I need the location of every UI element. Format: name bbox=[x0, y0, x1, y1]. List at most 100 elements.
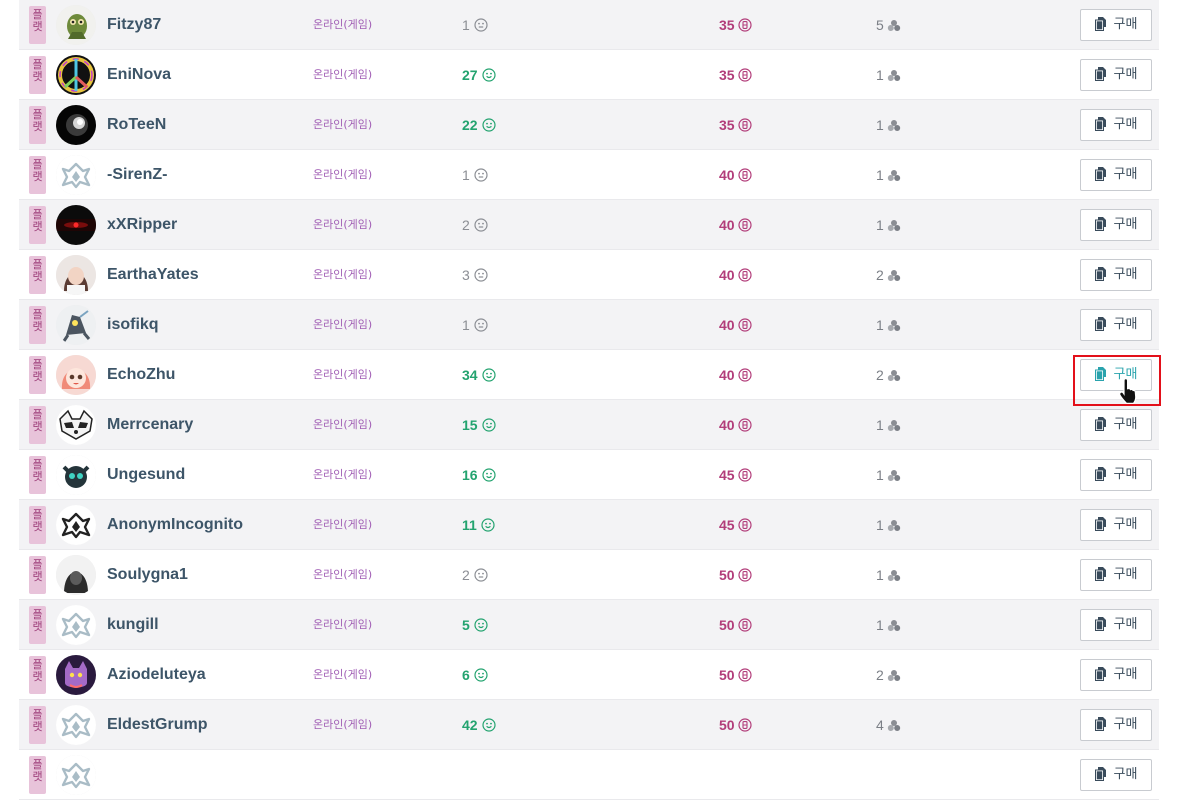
smiley-icon bbox=[474, 618, 488, 632]
status-label: 온라인(게임) bbox=[313, 18, 373, 31]
buy-button-label: 구매 bbox=[1113, 117, 1138, 132]
platinum-coin-icon bbox=[737, 18, 752, 32]
avatar[interactable] bbox=[56, 5, 96, 45]
smiley-icon bbox=[474, 568, 488, 582]
quantity-value: 2 bbox=[876, 350, 901, 400]
avatar[interactable] bbox=[56, 155, 96, 195]
quantity-value: 1 bbox=[876, 500, 901, 550]
buy-button-label: 구매 bbox=[1113, 67, 1138, 82]
username-link[interactable]: Merrcenary bbox=[107, 400, 193, 450]
username-link[interactable]: Fitzy87 bbox=[107, 0, 161, 50]
stack-icon bbox=[887, 370, 900, 381]
username-link[interactable]: isofikq bbox=[107, 300, 159, 350]
reputation-value: 42 bbox=[462, 700, 496, 750]
buy-button[interactable]: 구매 bbox=[1080, 259, 1152, 291]
username-link[interactable]: EniNova bbox=[107, 50, 171, 100]
avatar[interactable] bbox=[56, 105, 96, 145]
smiley-icon bbox=[481, 418, 496, 432]
buy-button[interactable]: 구매 bbox=[1080, 659, 1152, 691]
quantity-value: 1 bbox=[876, 100, 901, 150]
avatar[interactable] bbox=[56, 655, 96, 695]
smiley-icon bbox=[474, 168, 488, 182]
reputation-count: 5 bbox=[462, 617, 470, 633]
table-row: 플랫 구매 bbox=[19, 750, 1159, 800]
price-value: 50 bbox=[719, 600, 752, 650]
price-value: 40 bbox=[719, 200, 752, 250]
buy-button[interactable]: 구매 bbox=[1080, 609, 1152, 641]
buy-button[interactable]: 구매 bbox=[1080, 59, 1152, 91]
avatar[interactable] bbox=[56, 505, 96, 545]
username-link[interactable]: xXRipper bbox=[107, 200, 177, 250]
smiley-icon bbox=[474, 318, 488, 332]
reputation-count: 34 bbox=[462, 367, 478, 383]
username-link[interactable]: EarthaYates bbox=[107, 250, 199, 300]
reputation-count: 27 bbox=[462, 67, 478, 83]
platform-badge: 플랫 bbox=[29, 256, 46, 294]
avatar[interactable] bbox=[56, 455, 96, 495]
avatar[interactable] bbox=[56, 255, 96, 295]
platinum-coin-icon bbox=[737, 268, 752, 282]
quantity-value: 1 bbox=[876, 200, 901, 250]
platform-badge: 플랫 bbox=[29, 56, 46, 94]
quantity-value: 1 bbox=[876, 450, 901, 500]
avatar[interactable] bbox=[56, 355, 96, 395]
copy-icon bbox=[1094, 67, 1106, 81]
avatar[interactable] bbox=[56, 405, 96, 445]
buy-button-label: 구매 bbox=[1113, 17, 1138, 32]
status-label: 온라인(게임) bbox=[313, 168, 373, 181]
buy-button[interactable]: 구매 bbox=[1080, 109, 1152, 141]
buy-button[interactable]: 구매 bbox=[1080, 309, 1152, 341]
buy-button[interactable]: 구매 bbox=[1080, 559, 1152, 591]
avatar[interactable] bbox=[56, 555, 96, 595]
username-link[interactable]: kungill bbox=[107, 600, 159, 650]
username-link[interactable]: Aziodeluteya bbox=[107, 650, 206, 700]
quantity-value: 1 bbox=[876, 550, 901, 600]
copy-icon bbox=[1094, 167, 1106, 181]
avatar[interactable] bbox=[56, 55, 96, 95]
reputation-value: 34 bbox=[462, 350, 496, 400]
platinum-coin-icon bbox=[737, 68, 752, 82]
reputation-value: 2 bbox=[462, 200, 488, 250]
stack-icon bbox=[887, 420, 900, 431]
buy-button[interactable]: 구매 bbox=[1080, 159, 1152, 191]
username-link[interactable]: RoTeeN bbox=[107, 100, 166, 150]
price-value: 35 bbox=[719, 100, 752, 150]
buy-button[interactable]: 구매 bbox=[1080, 9, 1152, 41]
avatar[interactable] bbox=[56, 305, 96, 345]
price-value: 40 bbox=[719, 250, 752, 300]
avatar[interactable] bbox=[56, 605, 96, 645]
buy-button[interactable]: 구매 bbox=[1080, 459, 1152, 491]
buy-button[interactable]: 구매 bbox=[1080, 209, 1152, 241]
avatar[interactable] bbox=[56, 755, 96, 795]
stack-icon bbox=[887, 520, 900, 531]
copy-icon bbox=[1094, 317, 1106, 331]
username-link[interactable]: Soulygna1 bbox=[107, 550, 188, 600]
buy-button[interactable]: 구매 bbox=[1080, 709, 1152, 741]
username-link[interactable]: EchoZhu bbox=[107, 350, 175, 400]
quantity-value: 1 bbox=[876, 300, 901, 350]
smiley-icon bbox=[481, 718, 496, 732]
stack-icon bbox=[887, 270, 900, 281]
buy-button[interactable]: 구매 bbox=[1080, 359, 1152, 391]
username-link[interactable]: Ungesund bbox=[107, 450, 185, 500]
quantity-count: 1 bbox=[876, 317, 884, 333]
platinum-coin-icon bbox=[737, 668, 752, 682]
stack-icon bbox=[887, 570, 900, 581]
buy-button[interactable]: 구매 bbox=[1080, 509, 1152, 541]
username-link[interactable]: EldestGrump bbox=[107, 700, 207, 750]
price-amount: 35 bbox=[719, 117, 735, 133]
username-link[interactable]: -SirenZ- bbox=[107, 150, 167, 200]
reputation-count: 1 bbox=[462, 317, 470, 333]
smiley-icon bbox=[481, 518, 495, 532]
avatar[interactable] bbox=[56, 205, 96, 245]
reputation-count: 11 bbox=[462, 517, 477, 533]
buy-button[interactable]: 구매 bbox=[1080, 759, 1152, 791]
buy-button-label: 구매 bbox=[1113, 217, 1138, 232]
avatar[interactable] bbox=[56, 705, 96, 745]
username-link[interactable]: AnonymIncognito bbox=[107, 500, 243, 550]
buy-button[interactable]: 구매 bbox=[1080, 409, 1152, 441]
platform-badge: 플랫 bbox=[29, 556, 46, 594]
platinum-coin-icon bbox=[737, 118, 752, 132]
price-value: 40 bbox=[719, 400, 752, 450]
platform-badge: 플랫 bbox=[29, 756, 46, 794]
